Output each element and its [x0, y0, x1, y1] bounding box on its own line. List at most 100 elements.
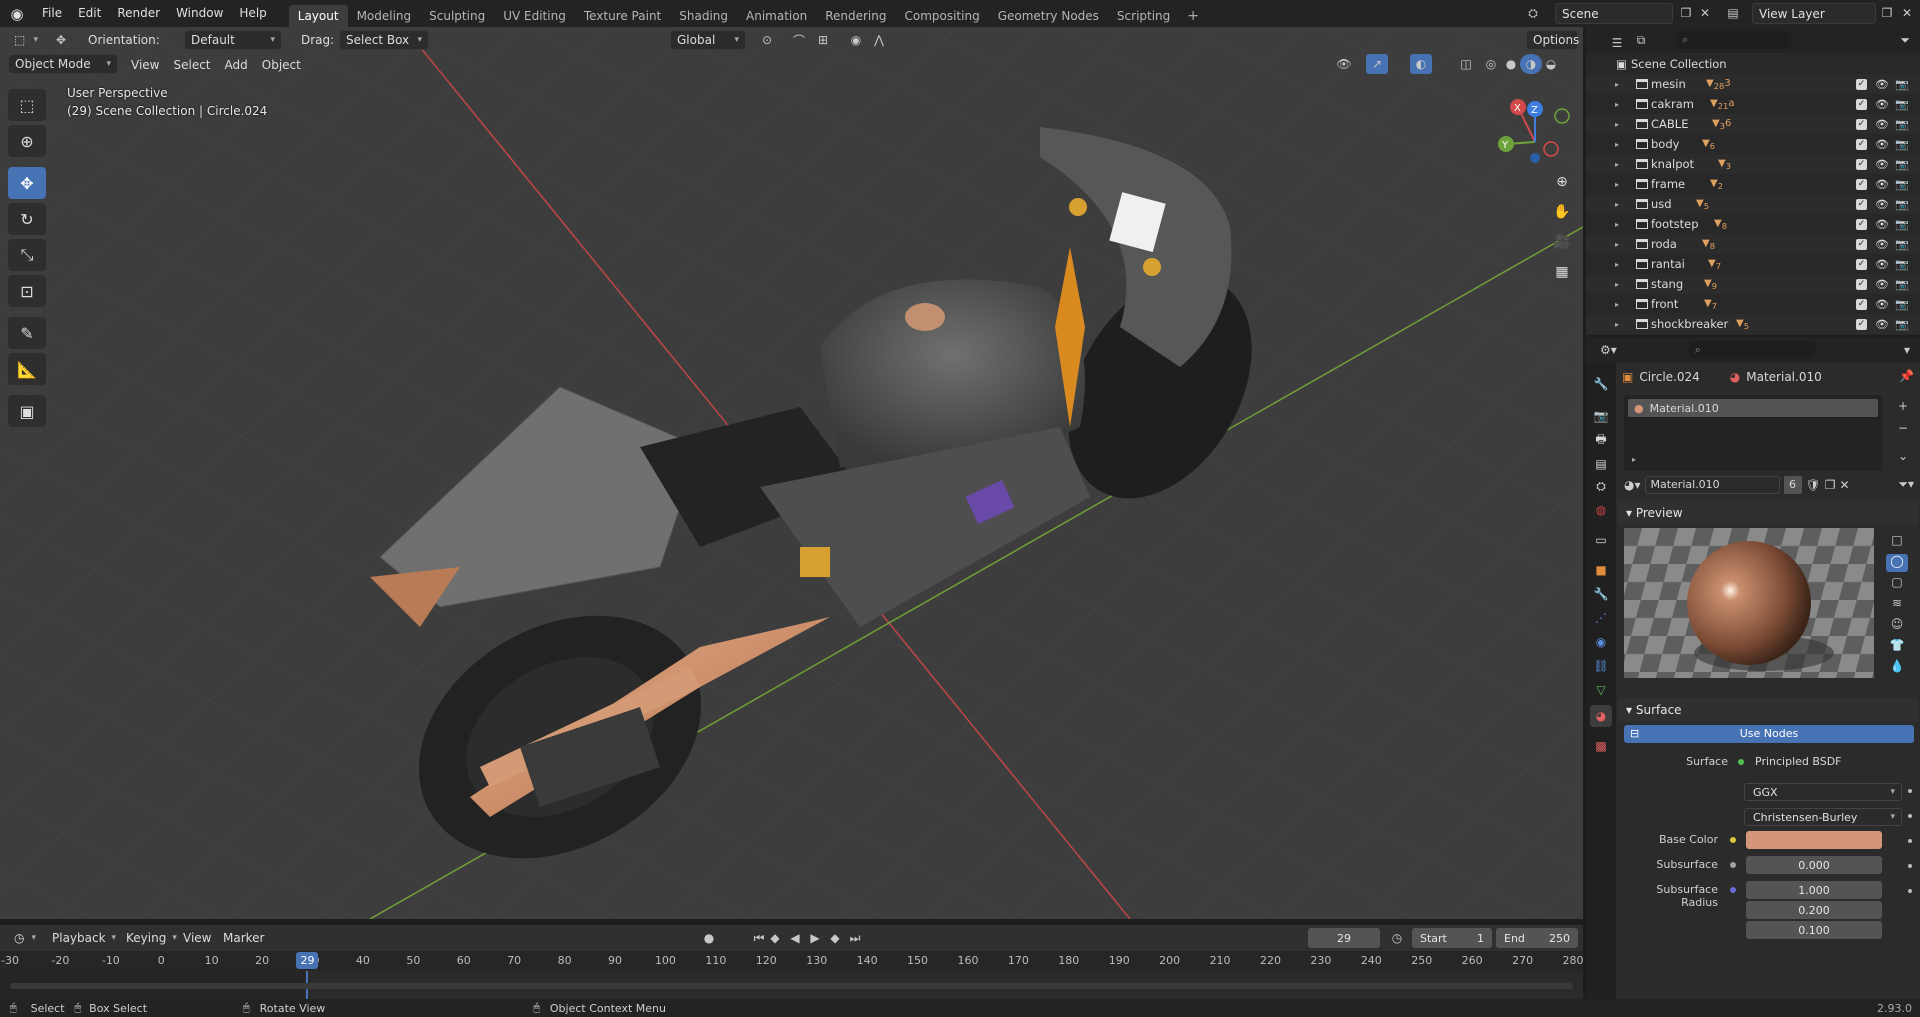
material-slot-row[interactable]: ● Material.010 [1628, 399, 1878, 417]
play-icon[interactable]: ▶ [804, 928, 826, 948]
outliner-row-stang[interactable]: ▸ stang ▼9 ✓ 👁 📷 [1586, 274, 1920, 294]
close-scene-icon[interactable]: ✕ [1694, 3, 1716, 23]
tab-sculpting[interactable]: Sculpting [420, 5, 494, 27]
menu-render[interactable]: Render [109, 0, 168, 27]
preview-panel-header[interactable]: ▾ Preview [1618, 501, 1918, 525]
properties-options-icon[interactable]: ▾ [1904, 343, 1910, 357]
eye-icon[interactable]: 👁 [1875, 118, 1889, 131]
render-camera-icon[interactable]: 📷 [1895, 178, 1909, 191]
exclude-checkbox[interactable]: ✓ [1856, 278, 1867, 290]
menu-help[interactable]: Help [231, 0, 274, 27]
subsurface-anim-dot[interactable] [1908, 864, 1912, 868]
outliner-row-rantai[interactable]: ▸ rantai ▼7 ✓ 👁 📷 [1586, 254, 1920, 274]
subsurface-radius-y[interactable]: 0.200 [1746, 901, 1882, 919]
subsurface-radius-x[interactable]: 1.000 [1746, 881, 1882, 899]
outliner-row-footstep[interactable]: ▸ footstep ▼8 ✓ 👁 📷 [1586, 214, 1920, 234]
timeline-editor-dropdown[interactable]: ◷ ▾ [8, 928, 42, 948]
unlink-icon[interactable]: ✕ [1840, 478, 1850, 492]
close-view-layer-icon[interactable]: ✕ [1896, 3, 1918, 23]
solid-shading-icon[interactable]: ● [1500, 54, 1522, 74]
texture-tab-icon[interactable]: ▩ [1590, 735, 1612, 757]
exclude-checkbox[interactable]: ✓ [1856, 198, 1867, 210]
move-transform-icon[interactable]: ✥ [50, 30, 72, 50]
preview-flat-icon[interactable]: □ [1886, 533, 1908, 551]
exclude-checkbox[interactable]: ✓ [1856, 178, 1867, 190]
constraints-tab-icon[interactable]: ⛓ [1590, 655, 1612, 677]
subsurface-method-anim-dot[interactable] [1908, 814, 1912, 818]
surface-shader-field[interactable]: Principled BSDF [1750, 753, 1872, 771]
add-workspace-button[interactable]: + [1179, 5, 1207, 27]
render-camera-icon[interactable]: 📷 [1895, 98, 1909, 111]
tab-animation[interactable]: Animation [737, 5, 816, 27]
render-camera-icon[interactable]: 📷 [1895, 218, 1909, 231]
subsurface-method-dropdown[interactable]: Christensen-Burley ▾ [1744, 808, 1902, 826]
timeline-view-menu[interactable]: View [183, 928, 211, 948]
view-layer-selector[interactable]: View Layer [1752, 3, 1876, 24]
outliner-search-input[interactable]: ⌕ [1674, 31, 1792, 49]
menu-object[interactable]: Object [255, 58, 308, 72]
rendered-shading-icon[interactable]: ◒ [1540, 54, 1562, 74]
view-layer-icon[interactable]: ▤ [1722, 3, 1744, 23]
scale-tool-icon[interactable]: ⤡ [8, 239, 46, 271]
mode-dropdown[interactable]: Object Mode ▾ [8, 54, 118, 74]
duplicate-icon[interactable]: ❐ [1825, 478, 1836, 492]
use-nodes-button[interactable]: ⊟ Use Nodes [1624, 725, 1914, 743]
editor-type-dropdown[interactable]: ⬚ ▾ [8, 30, 44, 50]
collection-tab-icon[interactable]: ▭ [1590, 529, 1612, 551]
tab-layout[interactable]: Layout [288, 5, 348, 27]
subsurface-radius-anim-dot[interactable] [1908, 889, 1912, 893]
eye-icon[interactable]: 👁 [1875, 158, 1889, 171]
preview-hair-icon[interactable]: ≋ [1886, 596, 1908, 614]
preview-monkey-icon[interactable]: ☺ [1886, 617, 1908, 635]
data-tab-icon[interactable]: ▽ [1590, 679, 1612, 701]
marker-menu[interactable]: Marker [223, 928, 264, 948]
exclude-checkbox[interactable]: ✓ [1856, 98, 1867, 110]
expand-arrow-icon[interactable]: ▸ [1615, 300, 1619, 309]
subsurface-field[interactable]: 0.000 [1746, 856, 1882, 874]
eye-icon[interactable]: 👁 [1875, 178, 1889, 191]
render-camera-icon[interactable]: 📷 [1895, 298, 1909, 311]
preview-cube-icon[interactable]: ▢ [1886, 575, 1908, 593]
modifier-tab-icon[interactable]: 🔧 [1590, 583, 1612, 605]
options-dropdown[interactable]: Options▾ [1526, 30, 1579, 50]
render-camera-icon[interactable]: 📷 [1895, 198, 1909, 211]
transform-orientation-dropdown[interactable]: Global ▾ [670, 30, 746, 50]
frame-ruler[interactable]: -30-20-100102030405060708090100110120130… [0, 951, 1584, 971]
visibility-icon[interactable]: 👁 [1333, 54, 1355, 74]
expand-arrow-icon[interactable]: ▸ [1615, 200, 1619, 209]
rotate-tool-icon[interactable]: ↻ [8, 203, 46, 235]
overlay-toggle-icon[interactable]: ◐ [1410, 54, 1432, 74]
surface-panel-header[interactable]: ▾ Surface [1618, 698, 1918, 722]
jump-end-icon[interactable]: ⏭ [844, 928, 866, 948]
expand-arrow-icon[interactable]: ▸ [1615, 280, 1619, 289]
outliner-row-roda[interactable]: ▸ roda ▼8 ✓ 👁 📷 [1586, 234, 1920, 254]
outliner-row-cable[interactable]: ▸ CABLE ▼36 ✓ 👁 📷 [1586, 114, 1920, 134]
exclude-checkbox[interactable]: ✓ [1856, 78, 1867, 90]
eye-icon[interactable]: 👁 [1875, 78, 1889, 91]
snap-target-icon[interactable]: ⊞ [812, 30, 834, 50]
menu-select[interactable]: Select [166, 58, 217, 72]
base-color-swatch[interactable] [1746, 831, 1882, 849]
view-layer-tab-icon[interactable]: ▤ [1590, 453, 1612, 475]
expand-arrow-icon[interactable]: ▸ [1615, 80, 1619, 89]
distribution-dropdown[interactable]: GGX ▾ [1744, 783, 1902, 801]
outliner-row-body[interactable]: ▸ body ▼6 ✓ 👁 📷 [1586, 134, 1920, 154]
copy-view-layer-icon[interactable]: ❐ [1876, 3, 1898, 23]
pan-hand-icon[interactable]: ✋ [1549, 199, 1575, 225]
cursor-tool-icon[interactable]: ⊕ [8, 125, 46, 157]
transform-tool-icon[interactable]: ⊡ [8, 275, 46, 307]
expand-arrow-icon[interactable]: ▸ [1615, 140, 1619, 149]
3d-viewport[interactable]: X Z Y ⬚ ▾ ✥ Orientation: Default ▾ Drag: S… [0, 27, 1583, 919]
eye-icon[interactable]: 👁 [1875, 238, 1889, 251]
link-type-icon[interactable]: ⏷▾ [1898, 477, 1914, 492]
xray-icon[interactable]: ◫ [1455, 54, 1477, 74]
keyframe-track[interactable] [0, 971, 1583, 999]
wireframe-shading-icon[interactable]: ◎ [1480, 54, 1502, 74]
render-camera-icon[interactable]: 📷 [1895, 158, 1909, 171]
expand-arrow-icon[interactable]: ▸ [1615, 120, 1619, 129]
expand-arrow-icon[interactable]: ▸ [1615, 240, 1619, 249]
snap-icon[interactable]: ⌒ [788, 30, 810, 50]
expand-arrow-icon[interactable]: ▸ [1615, 320, 1619, 329]
properties-editor-icon[interactable]: ⚙▾ [1600, 343, 1617, 357]
prev-keyframe-icon[interactable]: ◆ [764, 928, 786, 948]
